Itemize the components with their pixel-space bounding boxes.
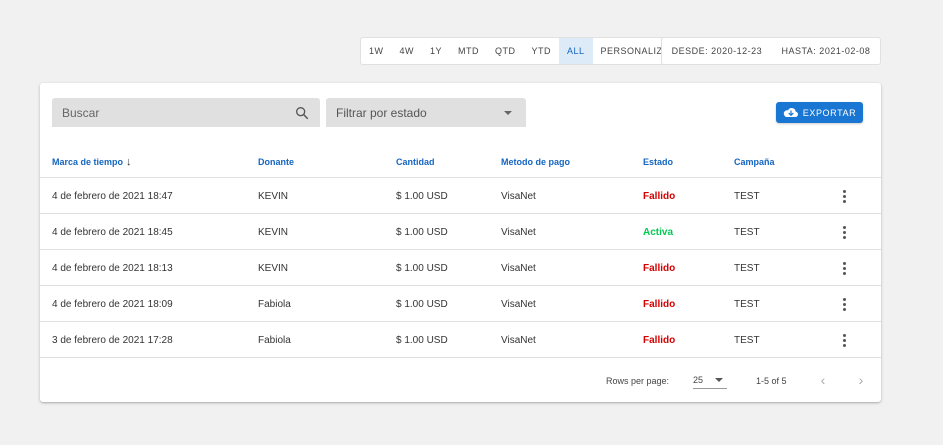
cell-amount: $ 1.00 USD — [396, 190, 448, 202]
chevron-down-icon — [504, 110, 512, 115]
chevron-right-icon[interactable]: › — [852, 371, 870, 389]
status-badge: Fallido — [643, 334, 676, 346]
range-4w-button[interactable]: 4W — [392, 38, 423, 64]
status-badge: Fallido — [643, 190, 676, 202]
cell-payment-method: VisaNet — [501, 226, 536, 238]
date-range-selector: 1W 4W 1Y MTD QTD YTD ALL PERSONALIZADO — [360, 37, 693, 65]
range-mtd-button[interactable]: MTD — [450, 38, 487, 64]
cell-payment-method: VisaNet — [501, 262, 536, 274]
cell-amount: $ 1.00 USD — [396, 334, 448, 346]
cell-timestamp: 4 de febrero de 2021 18:47 — [52, 190, 173, 202]
more-vert-icon[interactable] — [836, 322, 852, 358]
column-header-donor[interactable]: Donante — [258, 145, 294, 178]
cell-payment-method: VisaNet — [501, 334, 536, 346]
table-row[interactable]: 4 de febrero de 2021 18:09 Fabiola $ 1.0… — [40, 286, 881, 322]
table-pagination: Rows per page: 25 1-5 of 5 ‹ › — [40, 359, 881, 402]
more-vert-icon[interactable] — [836, 214, 852, 250]
search-field[interactable] — [52, 98, 320, 127]
cell-payment-method: VisaNet — [501, 298, 536, 310]
cell-donor: KEVIN — [258, 190, 289, 202]
status-badge: Fallido — [643, 262, 676, 274]
cell-amount: $ 1.00 USD — [396, 298, 448, 310]
cell-amount: $ 1.00 USD — [396, 226, 448, 238]
cell-campaign: TEST — [734, 226, 760, 238]
export-button[interactable]: EXPORTAR — [776, 102, 863, 123]
date-range-display[interactable]: DESDE: 2020-12-23 HASTA: 2021-02-08 — [661, 37, 881, 65]
pagination-range: 1-5 of 5 — [756, 375, 787, 386]
search-input[interactable] — [62, 105, 294, 120]
range-all-button[interactable]: ALL — [559, 38, 593, 64]
cell-campaign: TEST — [734, 334, 760, 346]
cell-donor: Fabiola — [258, 334, 291, 346]
status-badge: Activa — [643, 226, 674, 238]
table-header: Marca de tiempo ↓ Donante Cantidad Metod… — [40, 145, 881, 178]
cell-donor: Fabiola — [258, 298, 291, 310]
table-row[interactable]: 3 de febrero de 2021 17:28 Fabiola $ 1.0… — [40, 322, 881, 358]
cell-timestamp: 3 de febrero de 2021 17:28 — [52, 334, 173, 346]
cell-timestamp: 4 de febrero de 2021 18:13 — [52, 262, 173, 274]
status-filter-label: Filtrar por estado — [336, 105, 427, 120]
column-header-timestamp[interactable]: Marca de tiempo ↓ — [52, 145, 132, 178]
column-header-campaign[interactable]: Campaña — [734, 145, 775, 178]
status-filter-select[interactable]: Filtrar por estado — [326, 98, 526, 127]
chevron-down-icon — [715, 378, 723, 382]
cell-donor: KEVIN — [258, 262, 289, 274]
table-row[interactable]: 4 de febrero de 2021 18:47 KEVIN $ 1.00 … — [40, 178, 881, 214]
cell-amount: $ 1.00 USD — [396, 262, 448, 274]
column-header-amount[interactable]: Cantidad — [396, 145, 435, 178]
range-1y-button[interactable]: 1Y — [422, 38, 450, 64]
range-ytd-button[interactable]: YTD — [524, 38, 560, 64]
rows-per-page-select[interactable]: 25 — [693, 372, 727, 389]
more-vert-icon[interactable] — [836, 250, 852, 286]
cell-timestamp: 4 de febrero de 2021 18:45 — [52, 226, 173, 238]
cell-payment-method: VisaNet — [501, 190, 536, 202]
cell-donor: KEVIN — [258, 226, 289, 238]
cloud-download-icon — [783, 107, 798, 117]
cell-timestamp: 4 de febrero de 2021 18:09 — [52, 298, 173, 310]
column-header-label: Marca de tiempo — [52, 156, 124, 167]
range-qtd-button[interactable]: QTD — [487, 38, 524, 64]
export-label: EXPORTAR — [802, 107, 857, 118]
more-vert-icon[interactable] — [836, 286, 852, 322]
chevron-left-icon[interactable]: ‹ — [814, 371, 832, 389]
range-1w-button[interactable]: 1W — [361, 38, 392, 64]
transactions-card: Filtrar por estado EXPORTAR Marca de tie… — [40, 83, 881, 402]
cell-campaign: TEST — [734, 298, 760, 310]
column-header-payment-method[interactable]: Metodo de pago — [501, 145, 570, 178]
status-badge: Fallido — [643, 298, 676, 310]
search-icon[interactable] — [294, 105, 310, 121]
arrow-down-icon: ↓ — [126, 155, 132, 168]
more-vert-icon[interactable] — [836, 178, 852, 214]
date-from[interactable]: DESDE: 2020-12-23 — [672, 46, 763, 56]
table-row[interactable]: 4 de febrero de 2021 18:45 KEVIN $ 1.00 … — [40, 214, 881, 250]
rows-per-page-value: 25 — [693, 375, 704, 385]
date-to[interactable]: HASTA: 2021-02-08 — [781, 46, 870, 56]
cell-campaign: TEST — [734, 190, 760, 202]
column-header-status[interactable]: Estado — [643, 145, 673, 178]
cell-campaign: TEST — [734, 262, 760, 274]
table-row[interactable]: 4 de febrero de 2021 18:13 KEVIN $ 1.00 … — [40, 250, 881, 286]
rows-per-page-label: Rows per page: — [606, 375, 670, 386]
